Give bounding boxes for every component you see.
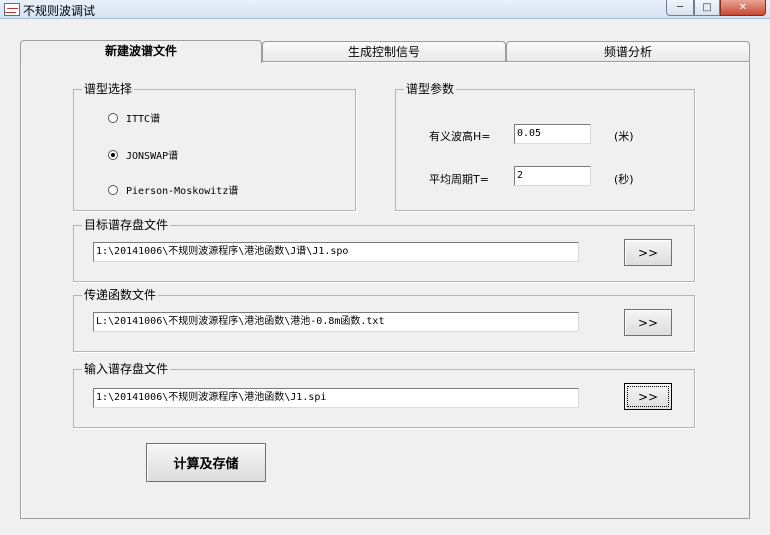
period-input[interactable]: 2: [514, 166, 591, 186]
input-file-browse-button[interactable]: >>: [624, 383, 672, 410]
window-controls: ─ □ ✕: [666, 0, 766, 16]
app-wave-icon: [4, 3, 20, 16]
maximize-button[interactable]: □: [694, 0, 720, 16]
spectrum-select-group: 谱型选择 ITTC谱 JONSWAP谱 Pierson-Moskowitz谱: [73, 81, 356, 211]
radio-jonswap-indicator[interactable]: [108, 149, 118, 160]
spectrum-select-legend: 谱型选择: [82, 81, 135, 97]
window-title: 不规则波调试: [23, 4, 96, 18]
radio-ittc[interactable]: ITTC谱: [108, 110, 160, 125]
radio-ittc-label: ITTC谱: [126, 114, 161, 125]
radio-pierson-moskowitz-indicator[interactable]: [108, 184, 118, 195]
tab-spectrum-analysis[interactable]: 频谱分析: [506, 41, 750, 62]
radio-jonswap[interactable]: JONSWAP谱: [108, 147, 178, 162]
period-label: 平均周期T=: [429, 173, 489, 186]
transfer-file-legend: 传递函数文件: [82, 287, 159, 303]
close-button[interactable]: ✕: [720, 0, 766, 16]
wave-height-input[interactable]: 0.05: [514, 124, 591, 144]
spectrum-params-group: 谱型参数 有义波高H= 0.05 (米) 平均周期T= 2 (秒): [395, 81, 695, 211]
tab-new-spectrum-file[interactable]: 新建波谱文件: [20, 40, 262, 63]
input-file-path-input[interactable]: 1:\20141006\不规则波源程序\港池函数\J1.spi: [93, 388, 579, 408]
wave-height-unit: (米): [614, 130, 634, 143]
input-file-group: 输入谱存盘文件 1:\20141006\不规则波源程序\港池函数\J1.spi …: [73, 361, 695, 428]
radio-pierson-moskowitz[interactable]: Pierson-Moskowitz谱: [108, 182, 238, 197]
title-bar: 不规则波调试 ─ □ ✕: [0, 0, 770, 19]
period-unit: (秒): [614, 173, 634, 186]
target-file-legend: 目标谱存盘文件: [82, 217, 171, 233]
tab-generate-control-signal[interactable]: 生成控制信号: [262, 41, 506, 62]
target-file-path-input[interactable]: 1:\20141006\不规则波源程序\港池函数\J谱\J1.spo: [93, 242, 579, 262]
transfer-file-group: 传递函数文件 L:\20141006\不规则波源程序\港池函数\港池-0.8m函…: [73, 287, 695, 352]
radio-ittc-indicator[interactable]: [108, 112, 118, 123]
radio-pierson-moskowitz-label: Pierson-Moskowitz谱: [126, 186, 239, 197]
target-file-group: 目标谱存盘文件 1:\20141006\不规则波源程序\港池函数\J谱\J1.s…: [73, 217, 695, 282]
transfer-file-browse-button[interactable]: >>: [624, 309, 672, 336]
spectrum-params-legend: 谱型参数: [404, 81, 457, 97]
input-file-legend: 输入谱存盘文件: [82, 361, 171, 377]
transfer-file-path-input[interactable]: L:\20141006\不规则波源程序\港池函数\港池-0.8m函数.txt: [93, 312, 579, 332]
minimize-button[interactable]: ─: [666, 0, 694, 16]
wave-height-label: 有义波高H=: [429, 130, 491, 143]
compute-and-save-button[interactable]: 计算及存储: [146, 443, 266, 482]
target-file-browse-button[interactable]: >>: [624, 239, 672, 266]
radio-jonswap-label: JONSWAP谱: [126, 151, 179, 162]
